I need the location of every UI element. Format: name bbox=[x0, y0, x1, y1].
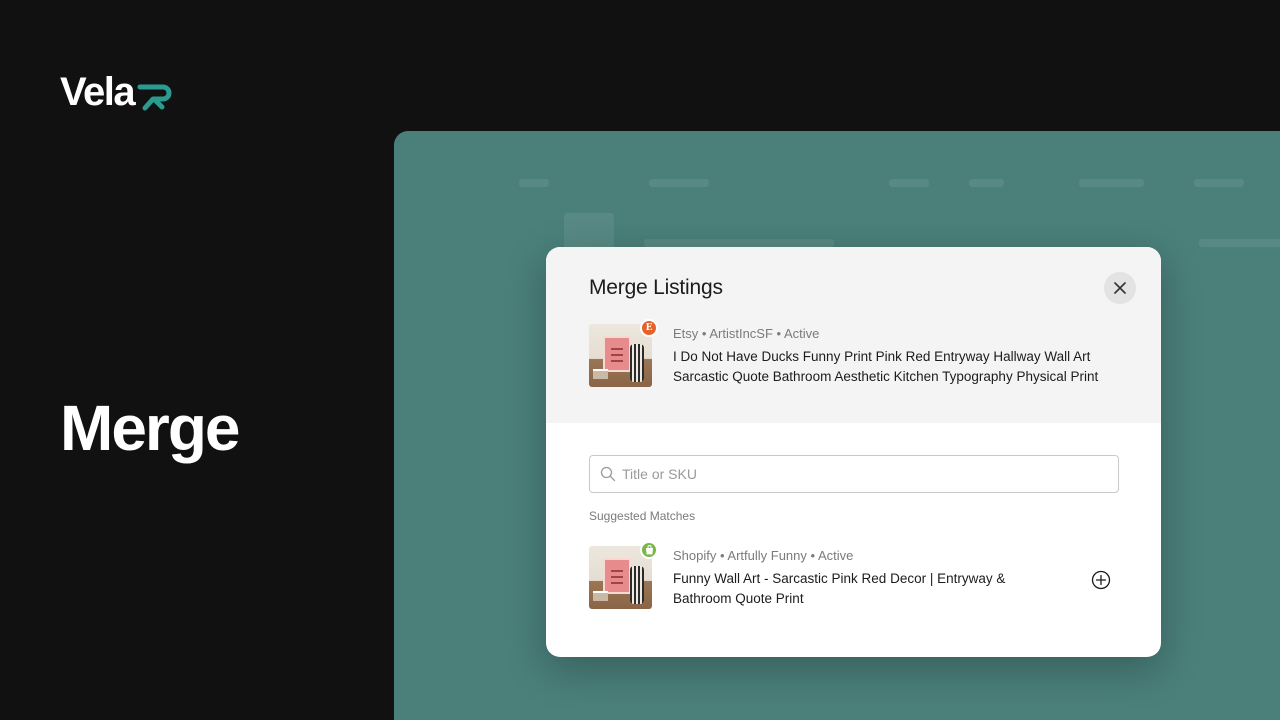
search-icon bbox=[600, 466, 616, 482]
vela-logo-icon bbox=[137, 84, 172, 111]
brand-logo: Vela bbox=[60, 70, 172, 114]
listing-title: Funny Wall Art - Sarcastic Pink Red Deco… bbox=[673, 571, 1006, 606]
listing-thumbnail: E bbox=[589, 319, 658, 387]
listing-title: I Do Not Have Ducks Funny Print Pink Red… bbox=[673, 349, 1099, 384]
search-field[interactable] bbox=[589, 455, 1119, 493]
listing-meta: Etsy • ArtistIncSF • Active bbox=[673, 326, 820, 341]
etsy-badge-icon: E bbox=[640, 319, 658, 337]
source-listing: E Etsy • ArtistIncSF • Active I Do Not H… bbox=[589, 319, 1118, 387]
close-button[interactable] bbox=[1104, 272, 1136, 304]
dialog-header: Merge Listings E Etsy • ArtistIncSF • Ac… bbox=[546, 247, 1161, 423]
dialog-title: Merge Listings bbox=[589, 276, 723, 299]
add-circle-icon bbox=[1091, 570, 1111, 590]
hero-title: Merge bbox=[60, 392, 240, 464]
merge-listings-dialog: Merge Listings E Etsy • ArtistIncSF • Ac… bbox=[546, 247, 1161, 657]
listing-thumbnail bbox=[589, 541, 658, 609]
suggested-matches-label: Suggested Matches bbox=[589, 509, 696, 523]
listing-meta: Shopify • Artfully Funny • Active bbox=[673, 548, 854, 563]
add-match-button[interactable] bbox=[1091, 570, 1111, 590]
suggested-match-item: Shopify • Artfully Funny • Active Funny … bbox=[589, 541, 1033, 609]
search-input[interactable] bbox=[622, 466, 1102, 482]
close-icon bbox=[1114, 282, 1126, 294]
shopify-bag-icon bbox=[640, 541, 658, 559]
brand-name: Vela bbox=[60, 70, 136, 114]
